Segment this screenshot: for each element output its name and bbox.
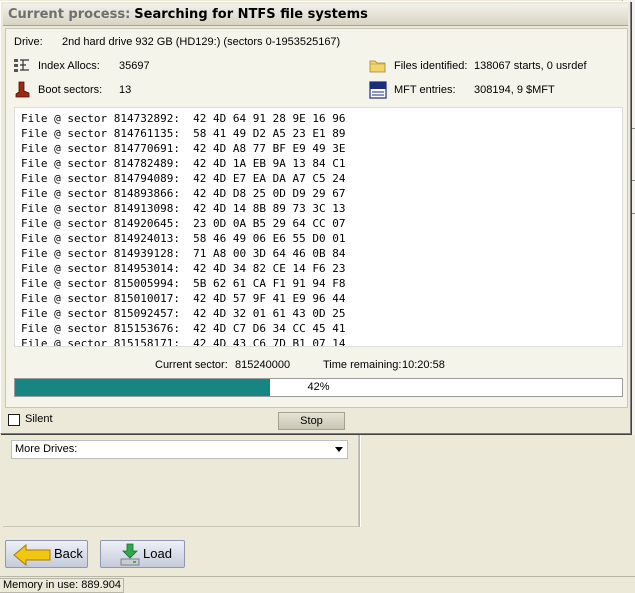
log-line: File @ sector 815010017: 42 4D 57 9F 41 …	[21, 292, 346, 305]
sector-log[interactable]: File @ sector 814732892: 42 4D 64 91 28 …	[14, 107, 623, 347]
log-line: File @ sector 814924013: 58 46 49 06 E6 …	[21, 232, 346, 245]
time-remaining-value: 10:20:58	[402, 359, 445, 371]
progress-bar: 42%	[14, 378, 623, 397]
log-line: File @ sector 814732892: 42 4D 64 91 28 …	[21, 112, 346, 125]
dialog-title-bar: Current process: Searching for NTFS file …	[3, 4, 628, 26]
time-remaining-label: Time remaining:	[323, 359, 402, 371]
drive-label: Drive:	[14, 36, 43, 48]
memory-status: Memory in use: 889.904	[0, 578, 124, 593]
index-alloc-icon	[14, 59, 29, 72]
lower-right-panel	[361, 435, 635, 527]
back-button[interactable]: Back	[5, 540, 88, 568]
file-icon	[369, 81, 387, 99]
status-bar: Memory in use: 889.904	[0, 576, 635, 593]
index-allocs-value: 35697	[119, 60, 150, 72]
current-sector-value: 815240000	[235, 359, 291, 371]
chevron-down-icon[interactable]	[335, 447, 343, 452]
log-line: File @ sector 814953014: 42 4D 34 82 CE …	[21, 262, 346, 275]
log-line: File @ sector 815005994: 5B 62 61 CA F1 …	[21, 277, 346, 290]
log-line: File @ sector 814794089: 42 4D E7 EA DA …	[21, 172, 346, 185]
boot-sectors-value: 13	[119, 84, 132, 96]
back-label: Back	[54, 546, 83, 561]
more-drives-dropdown[interactable]: More Drives:	[11, 440, 348, 459]
progress-percent: 42%	[307, 381, 330, 393]
folder-icon	[369, 60, 386, 73]
silent-label: Silent	[25, 413, 53, 425]
log-line: File @ sector 814893866: 42 4D D8 25 0D …	[21, 187, 346, 200]
dialog-title-prefix: Current process:	[8, 7, 131, 22]
load-button[interactable]: Load	[100, 540, 185, 568]
mft-entries-label: MFT entries:	[394, 84, 456, 96]
load-icon	[120, 543, 140, 566]
load-label: Load	[143, 546, 172, 561]
log-line: File @ sector 814782489: 42 4D 1A EB 9A …	[21, 157, 346, 170]
log-line: File @ sector 814770691: 42 4D A8 77 BF …	[21, 142, 346, 155]
log-line: File @ sector 814761135: 58 41 49 D2 A5 …	[21, 127, 346, 140]
log-line: File @ sector 815092457: 42 4D 32 01 61 …	[21, 307, 346, 320]
stop-button[interactable]: Stop	[278, 412, 345, 430]
log-line: File @ sector 815153676: 42 4D C7 D6 34 …	[21, 322, 346, 335]
log-line: File @ sector 814913098: 42 4D 14 8B 89 …	[21, 202, 346, 215]
log-line: File @ sector 814920645: 23 0D 0A B5 29 …	[21, 217, 346, 230]
back-arrow-icon	[13, 543, 51, 567]
log-line: File @ sector 815158171: 42 4D 43 C6 7D …	[21, 337, 346, 347]
boot-icon	[15, 81, 30, 98]
boot-sectors-label: Boot sectors:	[38, 84, 103, 96]
mft-entries-value: 308194, 9 $MFT	[474, 84, 555, 96]
index-allocs-label: Index Allocs:	[38, 60, 100, 72]
current-sector-label: Current sector:	[155, 359, 228, 371]
drive-value: 2nd hard drive 932 GB (HD129:) (sectors …	[62, 36, 341, 48]
progress-dialog: Current process: Searching for NTFS file …	[0, 1, 631, 434]
files-identified-label: Files identified:	[394, 60, 468, 72]
dialog-title: Searching for NTFS file systems	[134, 7, 368, 22]
files-identified-value: 138067 starts, 0 usrdef	[474, 60, 587, 72]
silent-checkbox[interactable]	[8, 414, 20, 426]
log-line: File @ sector 814939128: 71 A8 00 3D 64 …	[21, 247, 346, 260]
status-panel: Drive: 2nd hard drive 932 GB (HD129:) (s…	[5, 28, 628, 408]
more-drives-selected: More Drives:	[15, 443, 78, 455]
